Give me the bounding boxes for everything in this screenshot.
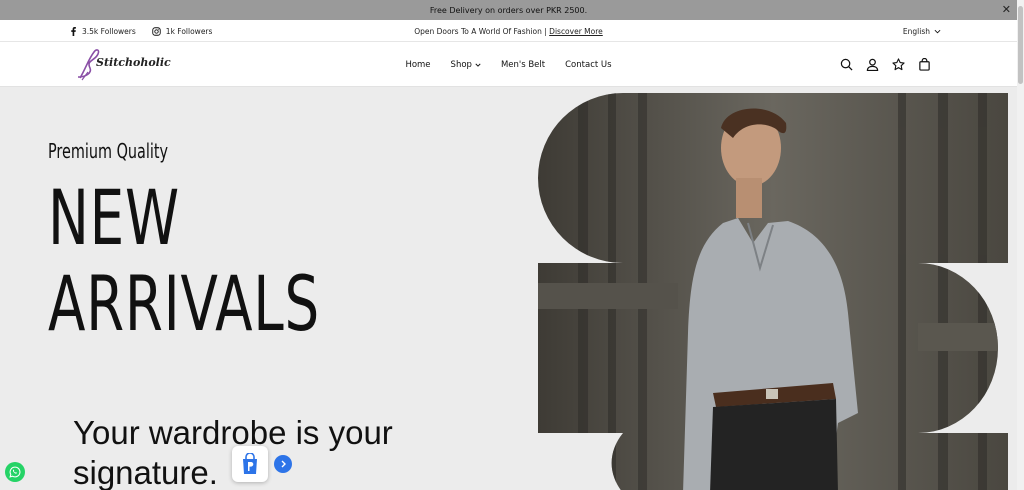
tagline-text: Open Doors To A World Of Fashion | bbox=[414, 26, 550, 36]
language-label: English bbox=[902, 26, 930, 36]
announcement-text: Free Delivery on orders over PKR 2500. bbox=[429, 5, 588, 15]
cart-bag-icon[interactable] bbox=[918, 56, 931, 71]
nav-contact-us[interactable]: Contact Us bbox=[565, 60, 611, 70]
announcement-bar: Free Delivery on orders over PKR 2500. ✕ bbox=[0, 0, 1017, 20]
logo-text: Stitchoholic bbox=[96, 56, 171, 69]
nav-home[interactable]: Home bbox=[405, 60, 430, 70]
site-header: Stitchoholic Home Shop Men's Belt Contac… bbox=[0, 42, 1017, 87]
whatsapp-chat-button[interactable] bbox=[5, 462, 25, 482]
instagram-link[interactable]: 1k Followers bbox=[152, 26, 213, 36]
social-links: 3.5k Followers 1k Followers bbox=[70, 20, 212, 42]
facebook-icon bbox=[71, 26, 76, 36]
close-icon[interactable]: ✕ bbox=[1002, 3, 1011, 17]
language-selector[interactable]: English bbox=[903, 20, 941, 42]
header-icons bbox=[840, 56, 931, 72]
nav-shop-label: Shop bbox=[450, 59, 472, 70]
hero-model-image bbox=[538, 93, 1008, 490]
discover-more-link[interactable]: Discover More bbox=[549, 27, 603, 36]
search-icon[interactable] bbox=[840, 56, 853, 71]
hero-headline-line-1: NEW bbox=[48, 173, 180, 262]
scrollbar-thumb[interactable] bbox=[1018, 6, 1023, 84]
hero-kicker: Premium Quality bbox=[48, 139, 168, 163]
facebook-followers: 3.5k Followers bbox=[82, 26, 136, 36]
top-bar: 3.5k Followers 1k Followers Open Doors T… bbox=[0, 20, 1017, 42]
chevron-right-icon bbox=[281, 460, 286, 468]
wishlist-star-icon[interactable] bbox=[892, 56, 905, 71]
instagram-followers: 1k Followers bbox=[165, 26, 213, 36]
next-arrow-button[interactable] bbox=[274, 455, 292, 473]
hero-banner: Premium Quality NEW ARRIVALS Your wardro… bbox=[0, 87, 1017, 490]
nav-mens-belt[interactable]: Men's Belt bbox=[501, 60, 545, 70]
hero-headline-line-2: ARRIVALS bbox=[48, 259, 320, 348]
account-icon[interactable] bbox=[866, 56, 879, 72]
hero-headline: NEW ARRIVALS bbox=[48, 175, 320, 347]
whatsapp-icon bbox=[9, 466, 21, 478]
chevron-down-icon bbox=[934, 29, 941, 33]
chevron-down-icon bbox=[475, 63, 481, 67]
instagram-icon bbox=[152, 26, 161, 36]
facebook-link[interactable]: 3.5k Followers bbox=[70, 26, 136, 36]
app-widget-button[interactable] bbox=[232, 446, 268, 482]
p-shopping-bag-icon bbox=[243, 453, 257, 474]
nav-shop[interactable]: Shop bbox=[451, 60, 481, 70]
scrollbar[interactable] bbox=[1017, 0, 1024, 490]
